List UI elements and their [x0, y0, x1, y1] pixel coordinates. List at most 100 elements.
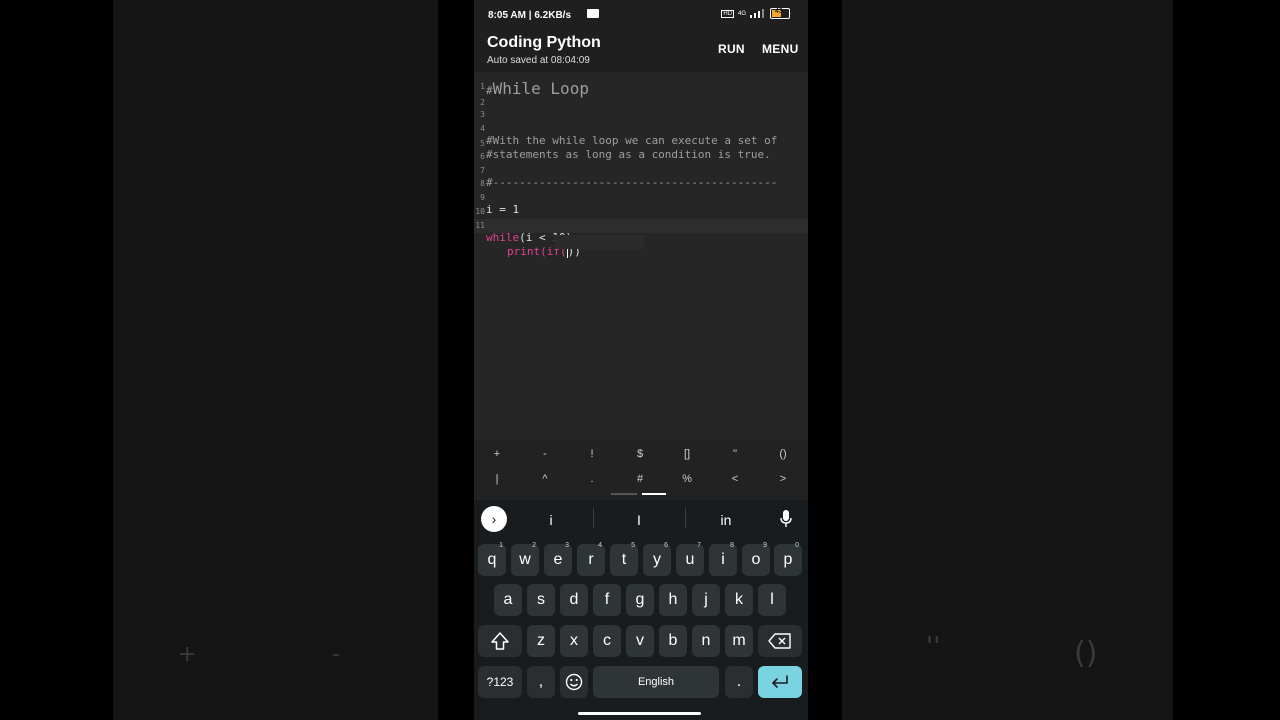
space-key[interactable]: English — [593, 666, 719, 698]
code-line: 3 #With the while loop we can execute a … — [474, 108, 808, 147]
line-number: 3 — [480, 110, 485, 119]
autosave-status: Auto saved at 08:04:09 — [487, 55, 590, 66]
menu-button[interactable]: MENU — [762, 42, 799, 56]
suggestion[interactable]: I — [599, 512, 679, 528]
suggestion[interactable]: i — [511, 512, 591, 528]
status-icons: HD 4G 43 — [721, 8, 790, 19]
app-title: Coding Python — [487, 34, 601, 51]
line-number: 6 — [480, 152, 485, 161]
symbol-key[interactable]: - — [525, 448, 565, 460]
enter-key[interactable] — [758, 666, 802, 698]
video-record-icon — [587, 9, 599, 18]
line-number: 5 — [480, 139, 485, 148]
period-key[interactable]: . — [725, 666, 753, 698]
line-number: 1 — [480, 82, 485, 91]
key-y[interactable]: y6 — [643, 542, 671, 576]
symbol-page-indicator-active — [642, 493, 666, 495]
key-j[interactable]: j — [692, 584, 720, 616]
key-k[interactable]: k — [725, 584, 753, 616]
symbol-key[interactable]: '' — [715, 448, 755, 460]
shift-icon — [491, 632, 509, 650]
emoji-icon — [565, 673, 583, 691]
code-line: 5 — [474, 137, 808, 151]
key-p[interactable]: p0 — [774, 542, 802, 576]
symbol-key[interactable]: # — [620, 473, 660, 485]
key-h[interactable]: h — [659, 584, 687, 616]
key-f[interactable]: f — [593, 584, 621, 616]
key-e[interactable]: e3 — [544, 542, 572, 576]
key-q[interactable]: q1 — [478, 542, 506, 576]
key-n[interactable]: n — [692, 625, 720, 657]
key-z[interactable]: z — [527, 625, 555, 657]
key-t[interactable]: t5 — [610, 542, 638, 576]
symbol-key[interactable]: % — [667, 473, 707, 485]
key-w[interactable]: w2 — [511, 542, 539, 576]
line-number: 11 — [475, 221, 485, 230]
symbols-key[interactable]: ?123 — [478, 666, 522, 698]
key-i[interactable]: i8 — [709, 542, 737, 576]
line-number: 8 — [480, 179, 485, 188]
line-number: 7 — [480, 166, 485, 175]
signal-icon — [750, 9, 764, 18]
volte-icon: HD — [721, 9, 734, 18]
comma-key[interactable]: , — [527, 666, 555, 698]
microphone-icon[interactable] — [779, 510, 793, 528]
symbol-key[interactable]: + — [477, 448, 517, 460]
code-line: 6 #-------------------------------------… — [474, 150, 808, 189]
line-number: 10 — [475, 207, 485, 216]
key-l[interactable]: l — [758, 584, 786, 616]
key-m[interactable]: m — [725, 625, 753, 657]
run-button[interactable]: RUN — [718, 42, 745, 56]
symbol-key[interactable]: () — [763, 448, 803, 460]
line-number: 4 — [480, 124, 485, 133]
symbol-page-indicator — [611, 493, 637, 495]
status-time: 8:05 AM | 6.2KB/s — [488, 10, 572, 21]
shift-key[interactable] — [478, 625, 522, 657]
symbol-key[interactable]: ^ — [525, 473, 565, 485]
soft-keyboard: › i I in q1 w2 e3 r4 t5 y6 u7 i8 o9 p0 a… — [474, 500, 808, 720]
line-number: 2 — [480, 98, 485, 107]
key-s[interactable]: s — [527, 584, 555, 616]
key-c[interactable]: c — [593, 625, 621, 657]
keyword-print: print — [507, 245, 541, 258]
home-indicator[interactable] — [578, 712, 701, 715]
symbol-key[interactable]: < — [715, 473, 755, 485]
key-a[interactable]: a — [494, 584, 522, 616]
symbol-key[interactable]: ! — [572, 448, 612, 460]
suggestion-divider — [593, 508, 594, 528]
key-x[interactable]: x — [560, 625, 588, 657]
code-line: 7 — [474, 164, 808, 178]
background-panel-right — [842, 0, 1173, 720]
key-u[interactable]: u7 — [676, 542, 704, 576]
code-line: 9 — [474, 191, 808, 205]
current-code-line: 11 print(if()) — [474, 219, 808, 258]
expand-suggestions-button[interactable]: › — [481, 506, 507, 532]
background-ghost-plus: + — [178, 642, 197, 667]
suggestion[interactable]: in — [686, 512, 766, 528]
code-line: 8 i = 1 — [474, 177, 808, 216]
key-g[interactable]: g — [626, 584, 654, 616]
key-d[interactable]: d — [560, 584, 588, 616]
symbol-key[interactable]: > — [763, 473, 803, 485]
background-panel-left — [113, 0, 438, 720]
symbol-key[interactable]: $ — [620, 448, 660, 460]
enter-icon — [772, 675, 788, 688]
code-line: 10 while(i < 10): — [475, 207, 579, 244]
phone-screen: 8:05 AM | 6.2KB/s HD 4G 43 Coding Python… — [474, 0, 808, 720]
battery-icon: 43 — [770, 8, 790, 19]
line-number: 9 — [480, 193, 485, 202]
app-bar: Coding Python Auto saved at 08:04:09 RUN… — [474, 28, 808, 72]
key-b[interactable]: b — [659, 625, 687, 657]
emoji-key[interactable] — [560, 666, 588, 698]
symbol-key[interactable]: | — [477, 473, 517, 485]
code-editor[interactable]: 1 #While Loop 2 3 #With the while loop w… — [474, 72, 808, 440]
background-ghost-parens: () — [1074, 636, 1098, 671]
key-v[interactable]: v — [626, 625, 654, 657]
backspace-key[interactable] — [758, 625, 802, 657]
background-ghost-quotes: '' — [926, 632, 941, 662]
symbol-key[interactable]: . — [572, 473, 612, 485]
key-r[interactable]: r4 — [577, 542, 605, 576]
network-type: 4G — [737, 10, 746, 17]
symbol-key[interactable]: [] — [667, 448, 707, 460]
key-o[interactable]: o9 — [742, 542, 770, 576]
